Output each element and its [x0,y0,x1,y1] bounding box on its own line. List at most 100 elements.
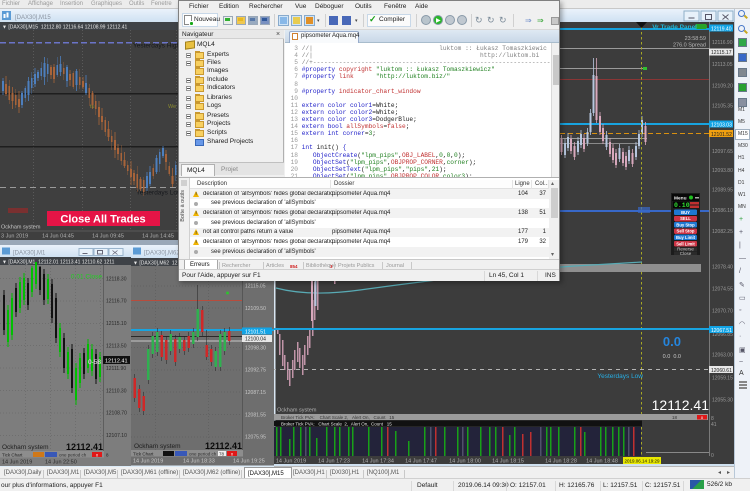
svg-text:Yesterdays Low: Yesterdays Low [136,190,180,197]
svg-text:Ockham system: Ockham system [2,444,49,451]
svg-text:12086.10: 12086.10 [712,208,733,214]
svg-text:Sell Limit: Sell Limit [676,241,695,246]
svg-text:12082.25: 12082.25 [712,229,733,235]
svg-text:Tick Chart: Tick Chart [2,453,23,458]
svg-text:12112.41: 12112.41 [652,397,710,413]
svg-text:Tick Chart: Tick Chart [133,452,154,457]
svg-text:12118.30: 12118.30 [106,276,127,282]
svg-text:2019.06.14 19:29: 2019.06.14 19:29 [624,459,660,464]
svg-text:276.0 Spread: 276.0 Spread [673,43,706,49]
svg-text:12101.51: 12101.51 [245,329,266,335]
svg-text:14 Jun 2019: 14 Jun 2019 [2,460,32,466]
svg-text:18: 18 [672,415,678,420]
svg-text:12074.55: 12074.55 [712,287,733,293]
svg-text:Ockham system: Ockham system [277,408,317,414]
svg-text:12087.15: 12087.15 [245,390,266,396]
svg-text:one period ch: one period ch [189,452,217,457]
svg-text:0.0: 0.0 [663,334,681,349]
svg-text:14 Jun 19:25: 14 Jun 19:25 [233,459,265,465]
svg-text:12103.03: 12103.03 [711,122,732,128]
svg-text:12109.20: 12109.20 [712,84,733,90]
svg-text:12070.70: 12070.70 [712,309,733,315]
svg-text:Broker Tick PVA: Chart Scal: Broker Tick PVA: Chart Scale 2, Alert On… [281,415,395,420]
svg-text:78: 78 [219,452,225,457]
svg-text:12119.40: 12119.40 [711,26,732,32]
svg-text:Sell Stop: Sell Stop [677,229,695,234]
svg-text:12097.65: 12097.65 [712,149,733,155]
svg-text:Ockham system: Ockham system [1,225,41,231]
svg-text:14 Jun 09:45: 14 Jun 09:45 [92,234,124,240]
svg-text:14 Jun 2019: 14 Jun 2019 [133,459,163,465]
svg-text:12078.40: 12078.40 [712,265,733,271]
svg-text:tu: tu [90,104,95,110]
svg-text:Vr Trade Panel: Vr Trade Panel [652,24,697,31]
svg-text:Yesterdays Low: Yesterdays Low [597,373,643,380]
svg-text:Yesterdays High: Yesterdays High [133,43,180,50]
svg-text:14 Jun 22:50: 14 Jun 22:50 [45,460,77,466]
svg-text:▼ [DAX30],M15 12112.80 12116.: ▼ [DAX30],M15 12112.80 12116.64 12108.99… [2,24,128,30]
svg-text:one period ch: one period ch [59,453,87,458]
svg-text:12098.30: 12098.30 [245,345,266,351]
svg-text:14 Jun 18:15: 14 Jun 18:15 [492,459,524,465]
svg-text:SELL: SELL [680,216,691,221]
svg-text:12107.10: 12107.10 [106,433,127,439]
svg-text:Close All Trades: Close All Trades [60,214,145,226]
svg-text:12101.52: 12101.52 [711,132,732,138]
svg-text:Broker Tick PVA: Chart Scale: Broker Tick PVA: Chart Scale 2, Alert On… [281,422,392,427]
svg-text:12100.04: 12100.04 [245,337,266,343]
svg-text:Buy Limit: Buy Limit [676,235,696,240]
svg-text:14 Jun 17:47: 14 Jun 17:47 [405,459,437,465]
svg-text:12063.00: 12063.00 [712,353,733,359]
svg-text:BUY: BUY [681,210,690,215]
svg-text:14 Jun 18:33: 14 Jun 18:33 [183,459,215,465]
svg-text:▼ [DAX30],M62 12: ▼ [DAX30],M62 12 [133,260,178,266]
svg-text:12089.95: 12089.95 [712,188,733,194]
svg-text:12055.30: 12055.30 [712,398,733,404]
svg-text:[DAX30],M15: [DAX30],M15 [15,15,51,21]
svg-text:Menu: Menu [674,196,687,202]
svg-text:12115.10: 12115.10 [106,321,127,327]
svg-text:12081.55: 12081.55 [245,412,266,418]
svg-text:▼ [DAX30],M1 12112.01 12113.4: ▼ [DAX30],M1 12112.01 12113.41 12110.62 … [2,259,115,265]
svg-text:3 Jun 2019: 3 Jun 2019 [1,234,28,240]
svg-text:12115.05: 12115.05 [245,284,266,290]
svg-text:12115.17: 12115.17 [711,50,732,56]
svg-text:12092.75: 12092.75 [245,368,266,374]
svg-text:14 Jun 18:48: 14 Jun 18:48 [586,459,618,465]
svg-text:14 Jun 18:00: 14 Jun 18:00 [449,459,481,465]
svg-text:12116.70: 12116.70 [106,299,127,305]
svg-text:12113.50: 12113.50 [106,344,127,350]
svg-text:14 Jun 17:23: 14 Jun 17:23 [318,459,350,465]
svg-text:12112.41: 12112.41 [66,442,103,452]
svg-text:12112.41: 12112.41 [205,441,242,451]
svg-text:12060.61: 12060.61 [711,368,732,374]
svg-text:12110.30: 12110.30 [106,388,127,394]
svg-text:0.10: 0.10 [674,202,690,209]
svg-text:We: We [168,104,176,110]
svg-text:41: 41 [711,422,717,428]
svg-text:12111.90: 12111.90 [106,366,126,372]
svg-text:14 Jun 18:28: 14 Jun 18:28 [545,459,577,465]
svg-text:12116.90: 12116.90 [712,40,733,46]
svg-text:12112.41: 12112.41 [105,359,128,365]
svg-text:0: 0 [711,453,714,459]
svg-text:12109.50: 12109.50 [245,306,266,312]
svg-text:14 Jun 2019: 14 Jun 2019 [276,459,306,465]
svg-text:Ockham system: Ockham system [134,443,181,450]
svg-text:12108.70: 12108.70 [106,411,127,417]
svg-text:[DAX30],M1: [DAX30],M1 [13,251,46,257]
svg-text:12105.35: 12105.35 [712,104,733,110]
svg-text:14 Jun 17:34: 14 Jun 17:34 [362,459,394,465]
svg-text:14 Jun 14:45: 14 Jun 14:45 [142,234,174,240]
svg-text:Close: Close [680,251,692,256]
svg-text:0.0 0.0: 0.0 0.0 [663,354,681,360]
svg-text:0-58: 0-58 [88,359,101,366]
svg-text:12093.80: 12093.80 [712,168,733,174]
svg-text:0.01 Close: 0.01 Close [71,274,102,281]
svg-text:14 Jun 04:45: 14 Jun 04:45 [42,234,74,240]
svg-text:12067.51: 12067.51 [711,328,732,334]
svg-text:Buy Stop: Buy Stop [676,222,695,227]
svg-text:12113.05: 12113.05 [712,62,733,68]
svg-text:12075.95: 12075.95 [245,435,266,441]
svg-text:23:58:59: 23:58:59 [685,36,706,42]
